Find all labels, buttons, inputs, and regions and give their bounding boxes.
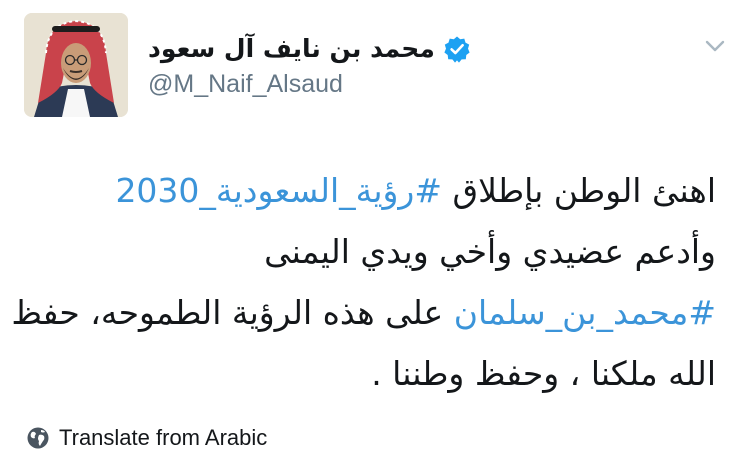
author-handle[interactable]: @M_Naif_Alsaud <box>148 70 343 99</box>
hashtag-link-mohammed-bin-salman[interactable]: #محمد_بن_سلمان <box>454 293 716 332</box>
tweet-line-2: وأدعم عضيدي وأخي ويدي اليمنى <box>264 232 716 271</box>
translate-label[interactable]: Translate from Arabic <box>59 425 267 451</box>
globe-icon <box>27 427 49 449</box>
author-display-name[interactable]: محمد بن نايف آل سعود <box>148 34 435 63</box>
translate-link[interactable]: Translate from Arabic <box>26 425 267 451</box>
tweet-line-1-text: اهنئ الوطن بإطلاق <box>442 171 716 210</box>
tweet-line-3-text: على هذه الرؤية الطموحه، حفظ <box>11 293 454 332</box>
avatar-image <box>24 13 128 117</box>
chevron-down-icon[interactable] <box>702 33 728 59</box>
author-name-row[interactable]: محمد بن نايف آل سعود <box>148 34 471 63</box>
hashtag-link-vision-2030[interactable]: #رؤية_السعودية_2030 <box>115 171 442 210</box>
tweet-line-1: اهنئ الوطن بإطلاق #رؤية_السعودية_2030 <box>16 160 716 221</box>
verified-badge-icon <box>444 36 470 63</box>
author-avatar[interactable] <box>24 13 128 117</box>
tweet-line-4: الله ملكنا ، وحفظ وطننا . <box>371 354 716 393</box>
tweet-text: اهنئ الوطن بإطلاق #رؤية_السعودية_2030 وأ… <box>11 160 716 404</box>
tweet-line-3: #محمد_بن_سلمان على هذه الرؤية الطموحه، ح… <box>11 282 716 343</box>
